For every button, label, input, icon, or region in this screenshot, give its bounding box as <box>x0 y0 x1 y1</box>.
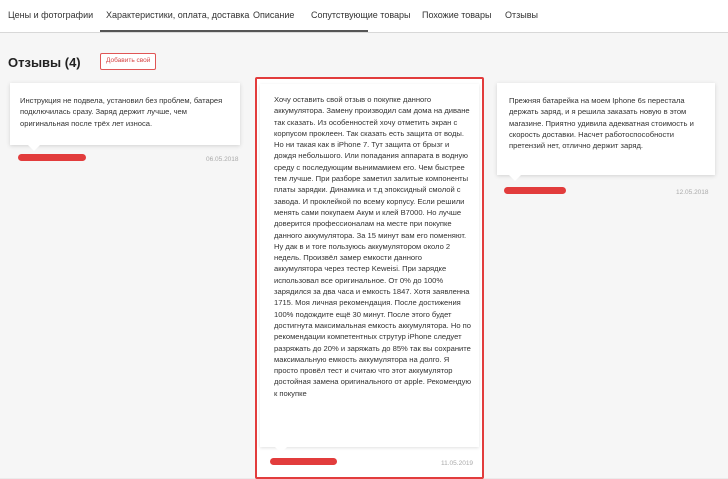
add-review-button[interactable]: Добавить свой <box>100 53 157 70</box>
review-author-redacted <box>18 154 86 161</box>
review-card: Прежняя батарейка на моем Iphone 6s пере… <box>497 83 715 175</box>
reviews-section: Отзывы (4) Добавить свой Инструкция не п… <box>0 33 728 479</box>
review-date: 06.05.2018 <box>206 156 239 163</box>
review-card-highlighted: Хочу оставить свой отзыв о покупке данно… <box>255 77 484 479</box>
review-author-redacted <box>270 458 337 465</box>
tab-reviews[interactable]: Отзывы <box>505 10 538 20</box>
tab-similar-products[interactable]: Похожие товары <box>422 10 491 20</box>
review-date: 11.05.2019 <box>441 460 474 467</box>
product-tabs: Цены и фотографии Характеристики, оплата… <box>0 0 728 33</box>
review-card-tail <box>509 175 521 181</box>
tab-prices-photos[interactable]: Цены и фотографии <box>8 10 93 20</box>
review-author-redacted <box>504 187 566 194</box>
review-date: 12.05.2018 <box>676 189 709 196</box>
tab-related-products[interactable]: Сопутствующие товары <box>311 10 410 20</box>
tab-description[interactable]: Описание <box>253 10 294 20</box>
review-card-tail <box>28 145 40 151</box>
review-card-tail <box>275 447 287 453</box>
section-title: Отзывы (4) <box>8 55 81 70</box>
review-text: Хочу оставить свой отзыв о покупке данно… <box>274 95 472 398</box>
review-text: Прежняя батарейка на моем Iphone 6s пере… <box>509 96 694 151</box>
tab-scroll-indicator <box>100 30 368 32</box>
review-text: Инструкция не подвела, установил без про… <box>20 96 223 128</box>
review-card: Хочу оставить свой отзыв о покупке данно… <box>260 84 479 447</box>
tab-characteristics[interactable]: Характеристики, оплата, доставка <box>106 10 249 20</box>
review-card: Инструкция не подвела, установил без про… <box>10 83 240 145</box>
